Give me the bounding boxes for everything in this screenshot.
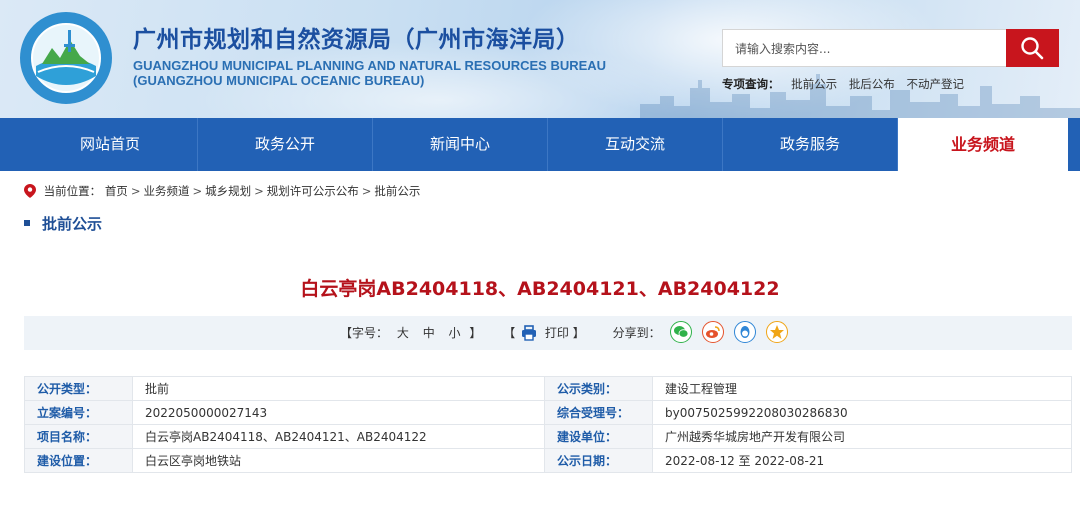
qzone-star-icon — [769, 325, 784, 339]
font-size-label: 【字号： — [340, 326, 389, 340]
printer-icon — [522, 325, 537, 341]
nav-item-gov-affairs[interactable]: 政务公开 — [198, 118, 373, 171]
print-open-bracket: 【 — [503, 326, 516, 340]
font-size-medium[interactable]: 中 — [423, 326, 435, 340]
share-qzone-button[interactable] — [765, 321, 788, 343]
article-title: 白云亭岗AB2404118、AB2404121、AB2404122 — [300, 278, 780, 300]
breadcrumb-urban-planning[interactable]: 城乡规划 — [205, 184, 251, 198]
breadcrumb-separator: > — [130, 184, 141, 198]
info-value-open-type: 批前 — [132, 376, 545, 401]
section-marker — [24, 220, 30, 226]
city-skyline-decoration — [640, 74, 1080, 118]
info-value-builder: 广州越秀华城房地产开发有限公司 — [652, 424, 1072, 449]
info-key-notice-category: 公示类别： — [544, 376, 653, 401]
site-title-en-line2: (GUANGZHOU MUNICIPAL OCEANIC BUREAU) — [133, 73, 425, 88]
wechat-icon — [674, 326, 689, 338]
font-size-close: 】 — [469, 326, 482, 340]
share-qq-button[interactable] — [734, 321, 757, 343]
breadcrumb-permit-notice[interactable]: 规划许可公示公布 — [267, 184, 359, 198]
breadcrumb-home[interactable]: 首页 — [105, 184, 128, 198]
location-pin-icon — [24, 184, 36, 198]
quick-link-pre-notice[interactable]: 批前公示 — [791, 77, 837, 91]
bureau-emblem-icon — [22, 14, 110, 102]
font-size-large[interactable]: 大 — [397, 326, 409, 340]
info-key-case-number: 立案编号： — [24, 400, 133, 425]
project-info-table: 公开类型： 批前 公示类别： 建设工程管理 立案编号： 202205000002… — [24, 376, 1072, 473]
nav-item-interaction[interactable]: 互动交流 — [548, 118, 723, 171]
info-value-notice-category: 建设工程管理 — [652, 376, 1072, 401]
weibo-icon — [706, 326, 720, 338]
info-key-acceptance-number: 综合受理号： — [544, 400, 653, 425]
site-title-cn: 广州市规划和自然资源局（广州市海洋局） — [133, 27, 580, 53]
table-row: 建设位置： 白云区亭岗地铁站 公示日期： 2022-08-12 至 2022-0… — [24, 448, 1072, 473]
breadcrumb-separator: > — [361, 184, 372, 198]
quick-search-links: 专项查询： 批前公示 批后公布 不动产登记 — [722, 76, 972, 92]
info-key-open-type: 公开类型： — [24, 376, 133, 401]
print-close-bracket: 】 — [572, 326, 585, 340]
info-key-location: 建设位置： — [24, 448, 133, 473]
print-button[interactable]: 【 打印 】 — [503, 325, 588, 341]
info-value-location: 白云区亭岗地铁站 — [132, 448, 545, 473]
info-value-case-number: 2022050000027143 — [132, 400, 545, 425]
share-weibo-button[interactable] — [702, 321, 725, 343]
info-value-acceptance-number: by0075025992208030286830 — [652, 400, 1072, 425]
breadcrumb-separator: > — [254, 184, 264, 198]
quick-search-label: 专项查询： — [722, 77, 780, 91]
quick-link-post-notice[interactable]: 批后公布 — [849, 77, 895, 91]
main-nav: 网站首页 政务公开 新闻中心 互动交流 政务服务 业务频道 — [0, 118, 1080, 171]
nav-item-business[interactable]: 业务频道 — [898, 118, 1068, 171]
site-title-en-line1: GUANGZHOU MUNICIPAL PLANNING AND NATURAL… — [133, 58, 607, 73]
quick-link-real-estate[interactable]: 不动产登记 — [906, 77, 964, 91]
info-value-project-name: 白云亭岗AB2404118、AB2404121、AB2404122 — [132, 424, 545, 449]
nav-edge — [1068, 118, 1080, 171]
site-header: 广州市规划和自然资源局（广州市海洋局） GUANGZHOU MUNICIPAL … — [0, 0, 1080, 118]
nav-item-news[interactable]: 新闻中心 — [373, 118, 548, 171]
info-value-notice-date: 2022-08-12 至 2022-08-21 — [652, 448, 1072, 473]
font-size-small[interactable]: 小 — [449, 326, 461, 340]
table-row: 公开类型： 批前 公示类别： 建设工程管理 — [24, 376, 1072, 401]
search-icon — [1021, 37, 1044, 60]
bureau-logo[interactable] — [20, 12, 112, 104]
print-label: 打印 — [544, 326, 569, 340]
section-title: 批前公示 — [42, 215, 103, 233]
share-label: 分享到： — [612, 326, 661, 340]
table-row: 项目名称： 白云亭岗AB2404118、AB2404121、AB2404122 … — [24, 424, 1072, 449]
nav-item-home[interactable]: 网站首页 — [23, 118, 198, 171]
qq-icon — [740, 326, 750, 338]
search-input[interactable] — [735, 39, 995, 59]
breadcrumb-pre-notice[interactable]: 批前公示 — [374, 184, 420, 198]
nav-item-services[interactable]: 政务服务 — [723, 118, 898, 171]
breadcrumb: 当前位置： 首页 > 业务频道 > 城乡规划 > 规划许可公示公布 > 批前公示 — [24, 183, 420, 199]
article-tools-bar: 【字号： 大 中 小 】 【 打印 】 分享到： — [24, 316, 1072, 350]
breadcrumb-prefix: 当前位置： — [43, 184, 102, 198]
info-key-notice-date: 公示日期： — [544, 448, 653, 473]
search-box — [722, 29, 1006, 67]
breadcrumb-business[interactable]: 业务频道 — [143, 184, 189, 198]
section-heading: 批前公示 — [24, 213, 102, 234]
share-wechat-button[interactable] — [670, 321, 693, 343]
table-row: 立案编号： 2022050000027143 综合受理号： by00750259… — [24, 400, 1072, 425]
info-key-project-name: 项目名称： — [24, 424, 133, 449]
search-button[interactable] — [1006, 29, 1059, 67]
info-key-builder: 建设单位： — [544, 424, 653, 449]
breadcrumb-separator: > — [192, 184, 203, 198]
